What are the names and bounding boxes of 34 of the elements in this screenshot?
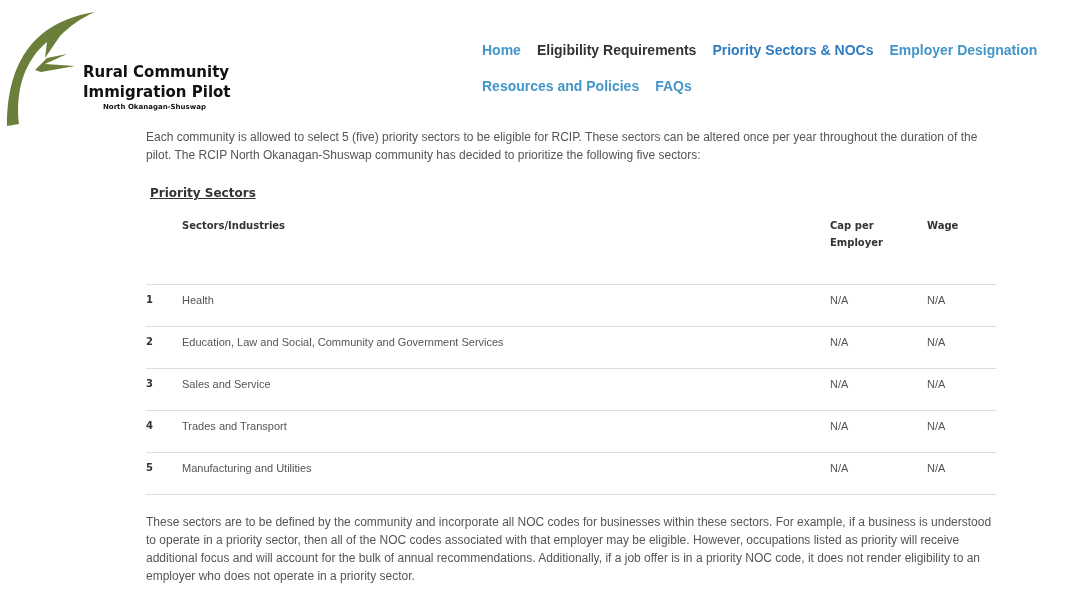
table-cell: N/A (830, 419, 849, 432)
table-cell: Trades and Transport (182, 419, 287, 432)
intro-paragraph: Each community is allowed to select 5 (five) priority sectors to be eligible for RCIP. These sectors can be altered once per year throughout the duration of the pilot. The RCIP North Okanagan-Shuswap community has decided to prioritize the following five sectors: (146, 129, 979, 164)
table-cell: N/A (830, 335, 849, 348)
nav-link[interactable]: Resources and Policies (482, 76, 640, 96)
row-number: 4 (146, 419, 153, 431)
table-cell: N/A (927, 377, 946, 390)
column-header: Wage (927, 216, 996, 284)
table-cell: N/A (927, 335, 946, 348)
table-cell: N/A (830, 461, 849, 474)
table-cell: Manufacturing and Utilities (182, 461, 312, 474)
nav-link[interactable]: Priority Sectors & NOCs (712, 40, 874, 60)
logo-title: Rural Community (83, 62, 231, 82)
column-header: Cap per Employer (830, 216, 927, 284)
table-cell: N/A (927, 293, 946, 306)
table-cell: Sales and Service (182, 377, 271, 390)
row-number: 2 (146, 335, 153, 347)
table-cell: Health (182, 293, 214, 306)
table-cell: Education, Law and Social, Community and Government Services (182, 335, 504, 348)
column-header: Sectors/Industries (182, 216, 830, 284)
table-cell: N/A (830, 377, 849, 390)
table-cell: N/A (927, 461, 946, 474)
row-number: 3 (146, 377, 153, 389)
nav-link[interactable]: Eligibility Requirements (536, 40, 697, 60)
table-cell: N/A (927, 419, 946, 432)
nav-link[interactable]: FAQs (655, 76, 692, 96)
table-cell: N/A (830, 293, 849, 306)
section-heading: Priority Sectors (150, 185, 256, 202)
nav-link[interactable]: Employer Designation (889, 40, 1038, 60)
logo-title: Immigration Pilot (83, 82, 231, 102)
row-number: 5 (146, 461, 153, 473)
nav-link[interactable]: Home (482, 40, 521, 60)
row-number: 1 (146, 293, 153, 305)
body-paragraph: These sectors are to be defined by the community and incorporate all NOC codes for businesses within these sectors. For example, if a business is understood to operate in a priority sector, then all of the NOC codes associated with that employer may be eligible. However, occupations listed as priority will receive additional focus and will account for the bulk of annual recommendations. Additionally, if a job offer is in a priority NOC code, it does not render eligibility to an employer who does not operate in a priority sector. (146, 513, 993, 585)
